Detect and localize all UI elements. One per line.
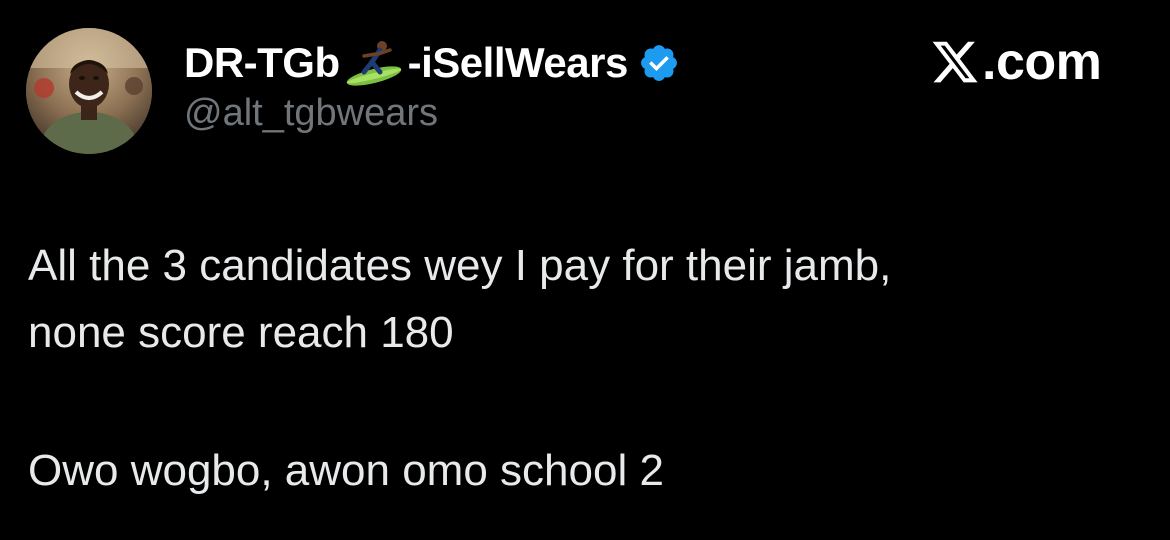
verified-badge-icon <box>638 42 680 84</box>
tweet-line: Owo wogbo, awon omo school 2 <box>28 446 664 495</box>
avatar[interactable] <box>26 28 152 154</box>
tweet-card: DR-TGb -iSellWears @alt_tgbwears .com Al… <box>0 0 1170 540</box>
user-handle[interactable]: @alt_tgbwears <box>184 92 824 135</box>
author-block: DR-TGb -iSellWears @alt_tgbwears <box>184 36 824 135</box>
tweet-text: All the 3 candidates wey I pay for their… <box>28 232 1138 504</box>
avatar-photo <box>26 28 152 154</box>
tweet-line: none score reach 180 <box>28 308 454 357</box>
display-name-suffix[interactable]: -iSellWears <box>408 39 629 87</box>
brand-watermark: .com <box>930 30 1102 94</box>
tweet-line: All the 3 candidates wey I pay for their… <box>28 241 892 290</box>
brand-domain-label: .com <box>982 33 1102 91</box>
surfer-emoji-icon <box>344 38 406 88</box>
display-name-row[interactable]: DR-TGb -iSellWears <box>184 36 824 90</box>
display-name-prefix[interactable]: DR-TGb <box>184 39 340 87</box>
paragraph-break <box>28 366 1138 437</box>
x-logo-icon <box>930 37 980 87</box>
